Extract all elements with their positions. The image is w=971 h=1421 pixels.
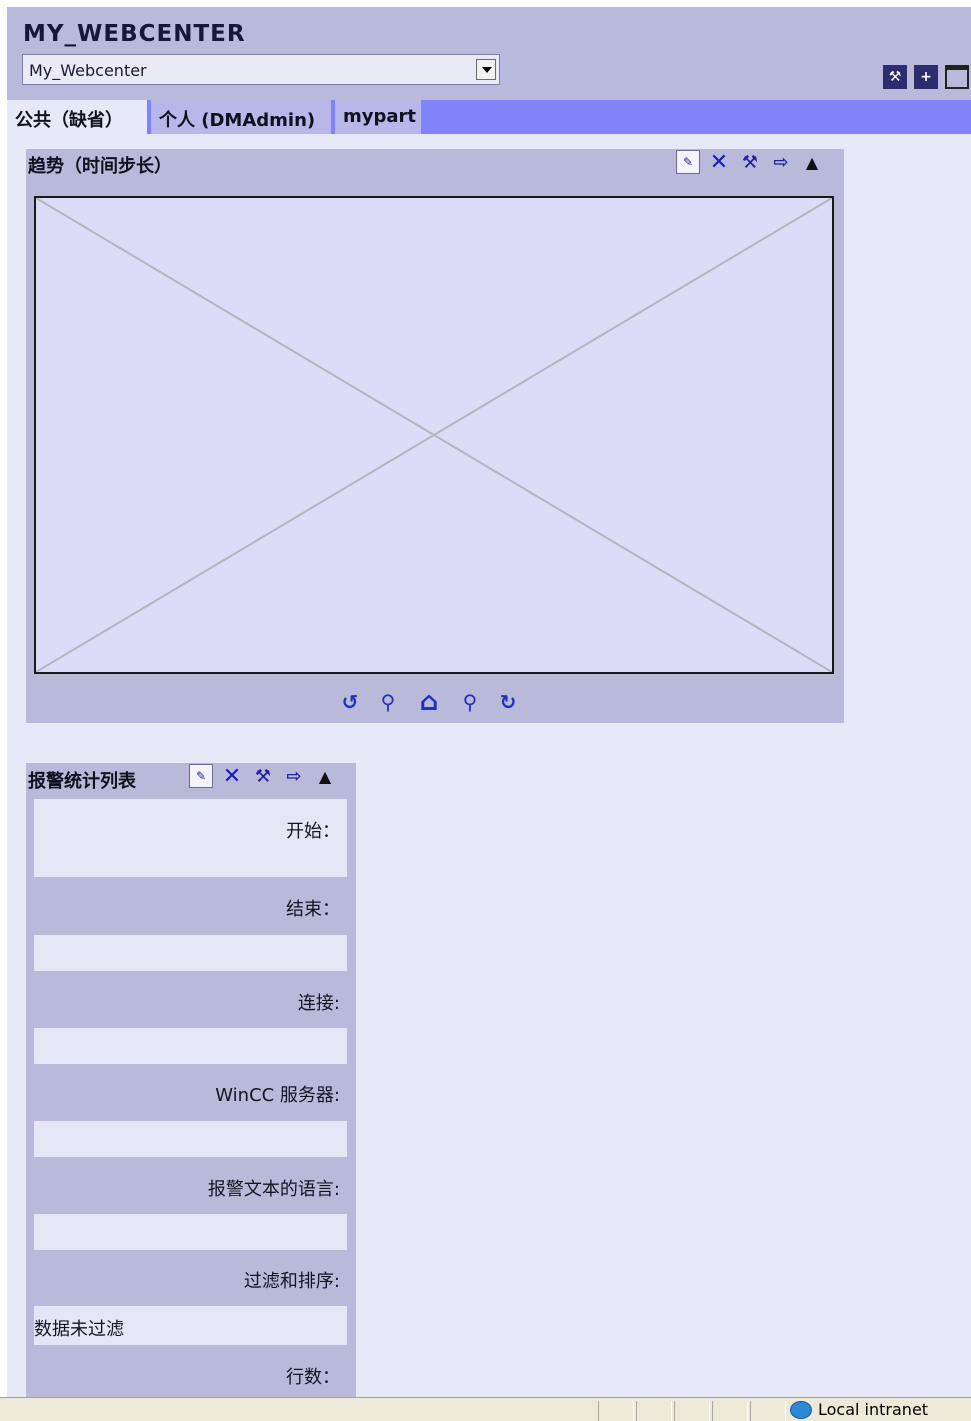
header-toolbar: ⚒ + bbox=[883, 65, 969, 89]
trend-chart-placeholder[interactable] bbox=[34, 196, 834, 674]
broken-image-placeholder bbox=[36, 198, 832, 672]
view-select-value: My_Webcenter bbox=[29, 61, 147, 80]
export-icon[interactable]: ⇨ bbox=[282, 764, 306, 788]
wincc-server-label: WinCC 服务器: bbox=[215, 1085, 340, 1106]
trend-panel-toolbar: ✎ ✕ ⚒ ⇨ ▲ bbox=[676, 150, 824, 175]
filter-sort-label: 过滤和排序: bbox=[243, 1271, 340, 1292]
back-in-time-icon[interactable]: ↺ bbox=[336, 688, 364, 716]
tab-personal[interactable]: 个人 (DMAdmin) bbox=[149, 100, 331, 134]
alarm-panel-toolbar: ✎ ✕ ⚒ ⇨ ▲ bbox=[189, 764, 337, 789]
connection-label: 连接: bbox=[297, 993, 340, 1014]
security-zone: Local intranet bbox=[790, 1400, 928, 1419]
collapse-icon[interactable]: ▲ bbox=[313, 764, 337, 788]
settings-icon[interactable]: ⚒ bbox=[738, 150, 762, 174]
status-cell bbox=[598, 1401, 634, 1421]
add-icon[interactable]: + bbox=[914, 65, 938, 89]
status-cell bbox=[674, 1401, 710, 1421]
alarm-text-language-field bbox=[34, 1214, 347, 1250]
start-label: 开始： bbox=[286, 821, 340, 842]
alarm-statistics-panel: 报警统计列表 ✎ ✕ ⚒ ⇨ ▲ 开始： 结束： 连接: WinCC 服务器: … bbox=[26, 763, 356, 1397]
tab-mypart[interactable]: mypart bbox=[333, 100, 421, 134]
connection-field bbox=[34, 1028, 347, 1064]
zoom-in-icon[interactable]: ⚲ bbox=[456, 688, 484, 716]
globe-icon bbox=[790, 1400, 812, 1419]
end-label: 结束： bbox=[286, 899, 340, 920]
app-title: MY_WEBCENTER bbox=[23, 21, 246, 47]
alarm-text-language-label: 报警文本的语言: bbox=[207, 1179, 340, 1200]
edit-icon[interactable]: ✎ bbox=[189, 764, 213, 788]
close-icon[interactable]: ✕ bbox=[707, 150, 731, 175]
row-count-label: 行数： bbox=[286, 1367, 340, 1388]
trend-panel-title: 趋势（时间步长） bbox=[28, 156, 172, 177]
status-cell bbox=[712, 1401, 748, 1421]
security-zone-label: Local intranet bbox=[818, 1400, 929, 1419]
webcenter-page: MY_WEBCENTER My_Webcenter ⚒ + 公共（缺省） 个人 … bbox=[7, 7, 971, 1397]
forward-in-time-icon[interactable]: ↻ bbox=[494, 688, 522, 716]
home-icon[interactable]: ⌂ bbox=[412, 685, 446, 719]
configure-icon[interactable]: ⚒ bbox=[883, 65, 907, 89]
trend-navigation: ↺ ⚲ ⌂ ⚲ ↻ bbox=[336, 685, 522, 719]
edit-icon[interactable]: ✎ bbox=[676, 150, 700, 174]
settings-icon[interactable]: ⚒ bbox=[251, 764, 275, 788]
window-icon[interactable] bbox=[945, 65, 969, 89]
close-icon[interactable]: ✕ bbox=[220, 764, 244, 789]
tab-bar: 公共（缺省） 个人 (DMAdmin) mypart bbox=[7, 100, 971, 134]
filter-sort-value: 数据未过滤 bbox=[34, 1319, 124, 1340]
status-cell bbox=[750, 1401, 786, 1421]
end-field bbox=[34, 935, 347, 971]
status-cell bbox=[636, 1401, 672, 1421]
view-select[interactable]: My_Webcenter bbox=[22, 54, 500, 85]
alarm-panel-title: 报警统计列表 bbox=[28, 771, 136, 792]
collapse-icon[interactable]: ▲ bbox=[800, 150, 824, 174]
trend-panel: 趋势（时间步长） ✎ ✕ ⚒ ⇨ ▲ ↺ ⚲ ⌂ ⚲ ↻ bbox=[26, 149, 844, 723]
header: MY_WEBCENTER My_Webcenter ⚒ + bbox=[7, 7, 971, 100]
wincc-server-field bbox=[34, 1121, 347, 1157]
zoom-out-icon[interactable]: ⚲ bbox=[374, 688, 402, 716]
export-icon[interactable]: ⇨ bbox=[769, 150, 793, 174]
chevron-down-icon[interactable] bbox=[476, 59, 496, 80]
browser-status-bar: Local intranet bbox=[0, 1397, 971, 1421]
tab-public-default[interactable]: 公共（缺省） bbox=[7, 100, 147, 134]
